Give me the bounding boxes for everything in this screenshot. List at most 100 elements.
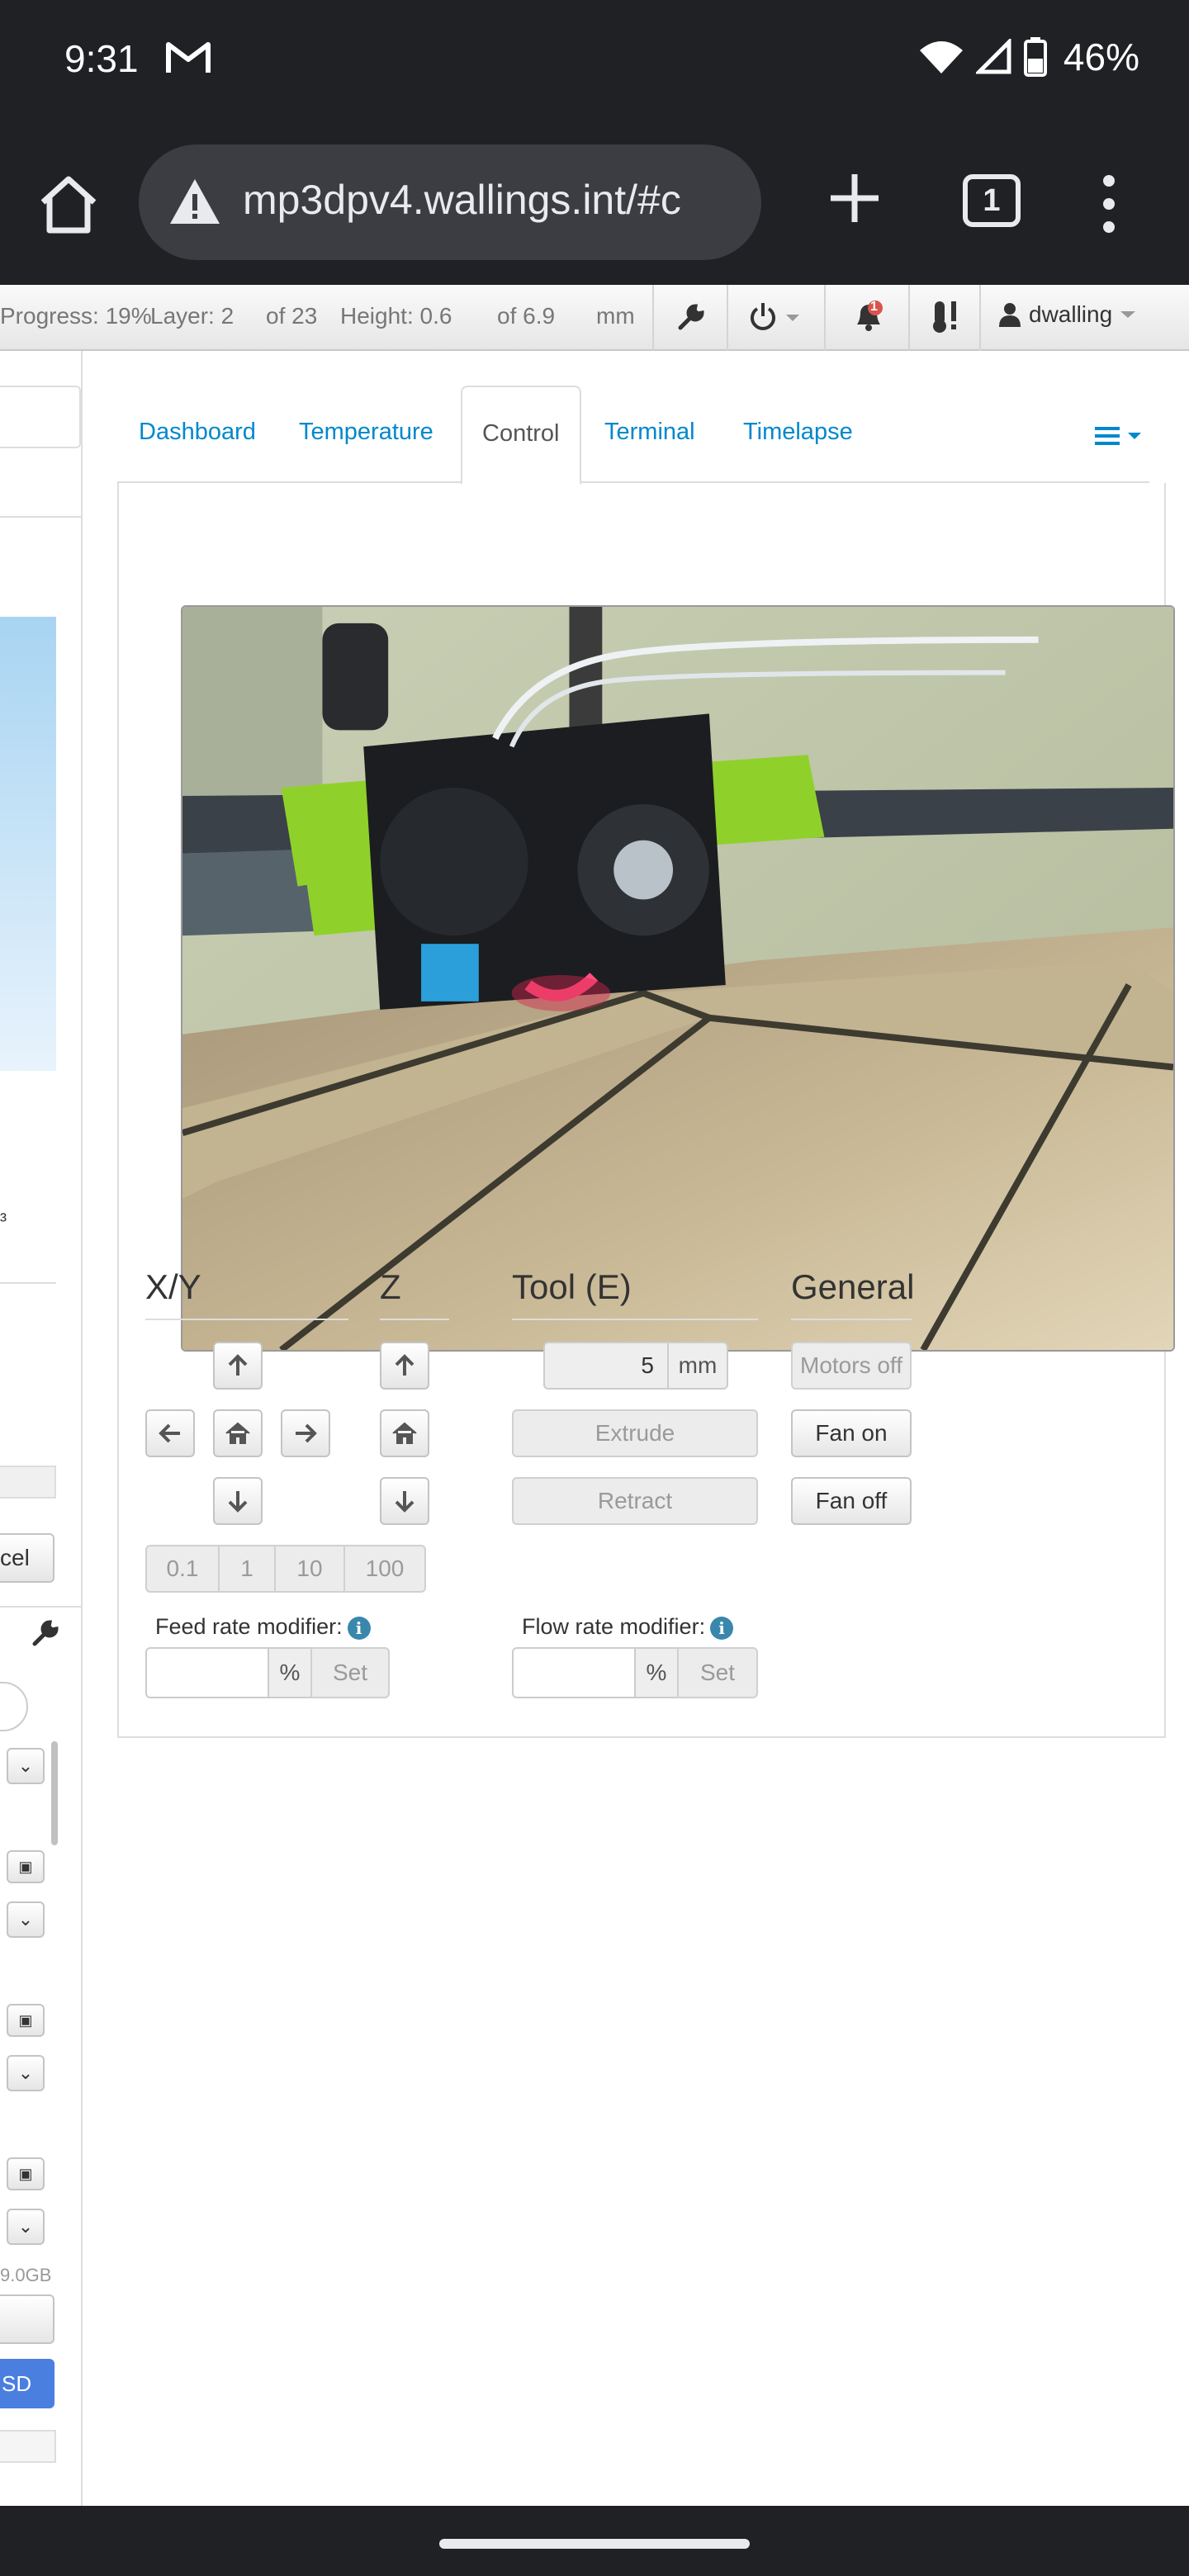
arrow-left-icon <box>159 1423 180 1443</box>
signal-icon <box>975 39 1011 74</box>
status-icons: 46% <box>918 35 1139 79</box>
flow-rate-set-button[interactable]: Set <box>677 1647 758 1698</box>
extrude-amount-input[interactable]: 5 <box>543 1342 669 1390</box>
step-0.1-button[interactable]: 0.1 <box>145 1545 220 1593</box>
divider <box>824 285 826 351</box>
height-unit: mm <box>596 303 635 329</box>
divider <box>0 516 81 518</box>
tab-temperature[interactable]: Temperature <box>299 419 433 446</box>
tab-timelapse[interactable]: Timelapse <box>743 419 853 446</box>
main-content: Dashboard Temperature Control Terminal T… <box>83 351 1189 2506</box>
divider <box>380 1319 449 1320</box>
not-secure-warning-icon[interactable] <box>168 176 221 229</box>
sidebar-footer-bar <box>0 2430 56 2463</box>
tab-overflow-menu-icon[interactable] <box>1095 425 1143 447</box>
bell-icon[interactable] <box>850 300 883 333</box>
upload-button[interactable] <box>0 2294 54 2344</box>
home-gesture-handle[interactable] <box>439 2539 750 2549</box>
height-text: Height: 0.6 <box>340 303 452 329</box>
expand-file-button[interactable]: ⌄ <box>7 1901 45 1938</box>
expand-file-button[interactable]: ⌄ <box>7 2055 45 2091</box>
jog-x-plus-button[interactable] <box>281 1409 330 1457</box>
new-tab-icon[interactable] <box>826 169 883 227</box>
power-icon[interactable] <box>750 301 803 333</box>
motors-off-button[interactable]: Motors off <box>791 1342 912 1390</box>
expand-file-button[interactable]: ⌄ <box>7 2209 45 2245</box>
tab-dashboard[interactable]: Dashboard <box>139 419 256 446</box>
step-10-button[interactable]: 10 <box>274 1545 345 1593</box>
layer-text: Layer: 2 <box>150 303 234 329</box>
overflow-menu-icon[interactable] <box>1097 171 1121 237</box>
home-icon[interactable] <box>36 173 101 237</box>
divider <box>979 285 981 351</box>
arrow-right-icon <box>296 1423 317 1443</box>
step-1-button[interactable]: 1 <box>218 1545 276 1593</box>
extrude-button[interactable]: Extrude <box>512 1409 758 1457</box>
flow-rate-input[interactable] <box>512 1647 636 1698</box>
flow-rate-label: Flow rate modifier: i <box>522 1614 734 1640</box>
tab-switcher-button[interactable]: 1 <box>963 174 1021 227</box>
arrow-down-icon <box>395 1491 414 1513</box>
divider <box>908 285 910 351</box>
home-icon <box>392 1422 417 1444</box>
thumbnail-icon[interactable]: ▣ <box>7 2157 45 2190</box>
wrench-icon[interactable] <box>31 1619 59 1647</box>
user-menu[interactable]: dwalling <box>999 301 1136 328</box>
divider <box>145 1319 348 1320</box>
gmail-icon <box>166 42 211 73</box>
status-bar: 9:31 46% <box>0 0 1189 120</box>
divider <box>652 285 654 351</box>
feed-rate-label-text: Feed rate modifier: <box>155 1614 343 1639</box>
sidebar-progress-bar <box>0 1466 56 1499</box>
expand-file-button[interactable]: ⌄ <box>7 1748 45 1784</box>
sidebar-panel-header[interactable] <box>0 386 81 448</box>
divider <box>0 1606 81 1608</box>
height-total-text: of 6.9 <box>497 303 556 329</box>
upload-sd-button[interactable]: SD <box>0 2359 54 2408</box>
layer-total-text: of 23 <box>266 303 318 329</box>
jog-z-minus-button[interactable] <box>380 1477 429 1525</box>
tab-control[interactable]: Control <box>461 386 581 485</box>
z-section-title: Z <box>380 1267 401 1306</box>
home-xy-button[interactable] <box>213 1409 263 1457</box>
sidebar: ³ cel ⌄ ▣ ⌄ ▣ ⌄ ▣ ⌄ 9.0GB SD <box>0 351 83 2506</box>
progress-text: Progress: 19% <box>0 303 152 329</box>
jog-x-minus-button[interactable] <box>145 1409 195 1457</box>
jog-z-plus-button[interactable] <box>380 1342 429 1390</box>
scrollbar[interactable] <box>51 1741 58 1845</box>
step-100-button[interactable]: 100 <box>343 1545 426 1593</box>
octoprint-navbar: Progress: 19% Layer: 2 of 23 Height: 0.6… <box>0 285 1189 351</box>
url-text[interactable]: mp3dpv4.wallings.int/#c <box>243 176 755 224</box>
tab-terminal[interactable]: Terminal <box>604 419 695 446</box>
retract-button[interactable]: Retract <box>512 1477 758 1525</box>
wrench-icon[interactable] <box>677 303 705 331</box>
tool-section-title: Tool (E) <box>512 1267 632 1306</box>
search-input[interactable] <box>0 1682 28 1731</box>
address-bar[interactable]: mp3dpv4.wallings.int/#c <box>139 144 761 260</box>
thumbnail-icon[interactable]: ▣ <box>7 2004 45 2037</box>
battery-icon <box>1023 37 1047 77</box>
cancel-button[interactable]: cel <box>0 1533 54 1583</box>
control-panel: X/Y Z Tool (E) General 0.1 1 10 100 5 mm… <box>117 483 1175 1738</box>
home-z-button[interactable] <box>380 1409 429 1457</box>
thermometer-warning-icon[interactable] <box>928 298 961 334</box>
jog-y-plus-button[interactable] <box>213 1342 263 1390</box>
feed-rate-set-button[interactable]: Set <box>310 1647 390 1698</box>
screen: 9:31 46% mp3dpv4.wallings.int/#c 1 Progr… <box>0 0 1189 2576</box>
arrow-up-icon <box>228 1354 248 1376</box>
sidebar-unit-fragment: ³ <box>0 1210 7 1232</box>
battery-percent: 46% <box>1063 36 1139 78</box>
wifi-icon <box>919 41 963 73</box>
jog-y-minus-button[interactable] <box>213 1477 263 1525</box>
divider <box>512 1319 758 1320</box>
info-icon[interactable]: i <box>710 1616 734 1640</box>
feed-rate-input[interactable] <box>145 1647 269 1698</box>
thumbnail-icon[interactable]: ▣ <box>7 1850 45 1883</box>
info-icon[interactable]: i <box>347 1616 371 1640</box>
fan-on-button[interactable]: Fan on <box>791 1409 912 1457</box>
caret-down-icon <box>1120 311 1136 318</box>
feed-rate-label: Feed rate modifier: i <box>155 1614 371 1640</box>
flow-rate-percent-addon: % <box>634 1647 679 1698</box>
fan-off-button[interactable]: Fan off <box>791 1477 912 1525</box>
feed-rate-percent-addon: % <box>268 1647 312 1698</box>
